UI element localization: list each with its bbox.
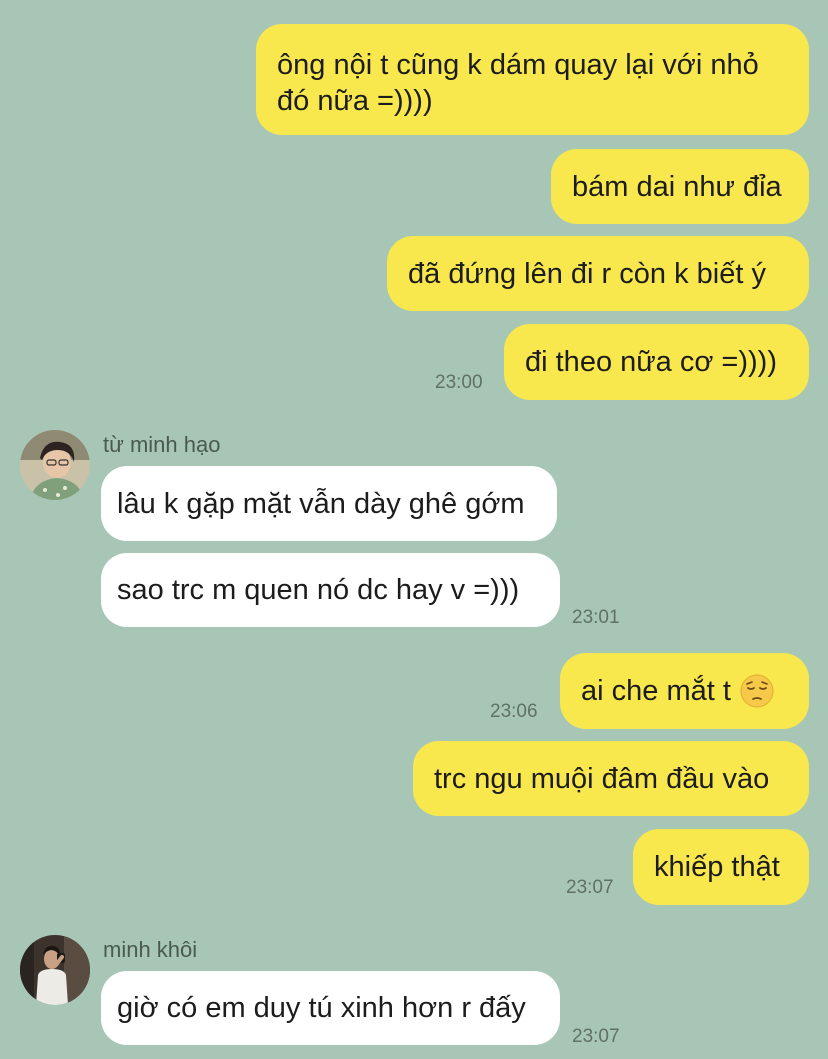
message-text: đi theo nữa cơ =)))) <box>525 346 777 378</box>
pensive-face-icon <box>740 674 774 708</box>
message-bubble-outgoing[interactable]: đi theo nữa cơ =)))) <box>504 324 809 400</box>
message-text: đã đứng lên đi r còn k biết ý <box>408 257 766 290</box>
sender-name: minh khôi <box>103 937 198 962</box>
message-text: giờ có em duy tú xinh hơn r đấy <box>117 992 526 1024</box>
message-bubble-incoming[interactable]: sao trc m quen nó dc hay v =))) <box>101 553 560 627</box>
message-bubble-outgoing[interactable]: ông nội t cũng k dám quay lại với nhỏ đó… <box>256 24 809 135</box>
message-bubble-outgoing[interactable]: khiếp thật <box>633 829 809 905</box>
message-timestamp: 23:00 <box>435 372 483 393</box>
message-bubble-incoming[interactable]: giờ có em duy tú xinh hơn r đấy <box>101 971 560 1045</box>
message-bubble-outgoing[interactable]: đã đứng lên đi r còn k biết ý <box>387 236 809 311</box>
message-timestamp: 23:07 <box>566 877 614 898</box>
message-bubble-outgoing[interactable]: bám dai như đỉa <box>551 149 809 224</box>
message-text: sao trc m quen nó dc hay v =))) <box>117 574 520 606</box>
message-timestamp: 23:01 <box>572 607 620 628</box>
message-text: ông nội t cũng k dám quay lại với nhỏ đó… <box>277 49 759 117</box>
sender-name: từ minh hạo <box>103 432 221 457</box>
avatar-photo-icon <box>20 935 90 1005</box>
message-text: ai che mắt t <box>581 675 731 707</box>
message-text: bám dai như đỉa <box>572 170 782 203</box>
message-text: lâu k gặp mặt vẫn dày ghê gớm <box>117 487 525 520</box>
message-bubble-outgoing[interactable]: ai che mắt t <box>560 653 809 729</box>
message-bubble-incoming[interactable]: lâu k gặp mặt vẫn dày ghê gớm <box>101 466 557 541</box>
message-timestamp: 23:06 <box>490 701 538 722</box>
message-timestamp: 23:07 <box>572 1026 620 1047</box>
message-bubble-outgoing[interactable]: trc ngu muội đâm đầu vào <box>413 741 809 816</box>
sender-avatar[interactable] <box>20 935 90 1005</box>
message-text: khiếp thật <box>654 851 780 883</box>
avatar-photo-icon <box>20 430 90 500</box>
sender-avatar[interactable] <box>20 430 90 500</box>
message-text: trc ngu muội đâm đầu vào <box>434 762 770 795</box>
